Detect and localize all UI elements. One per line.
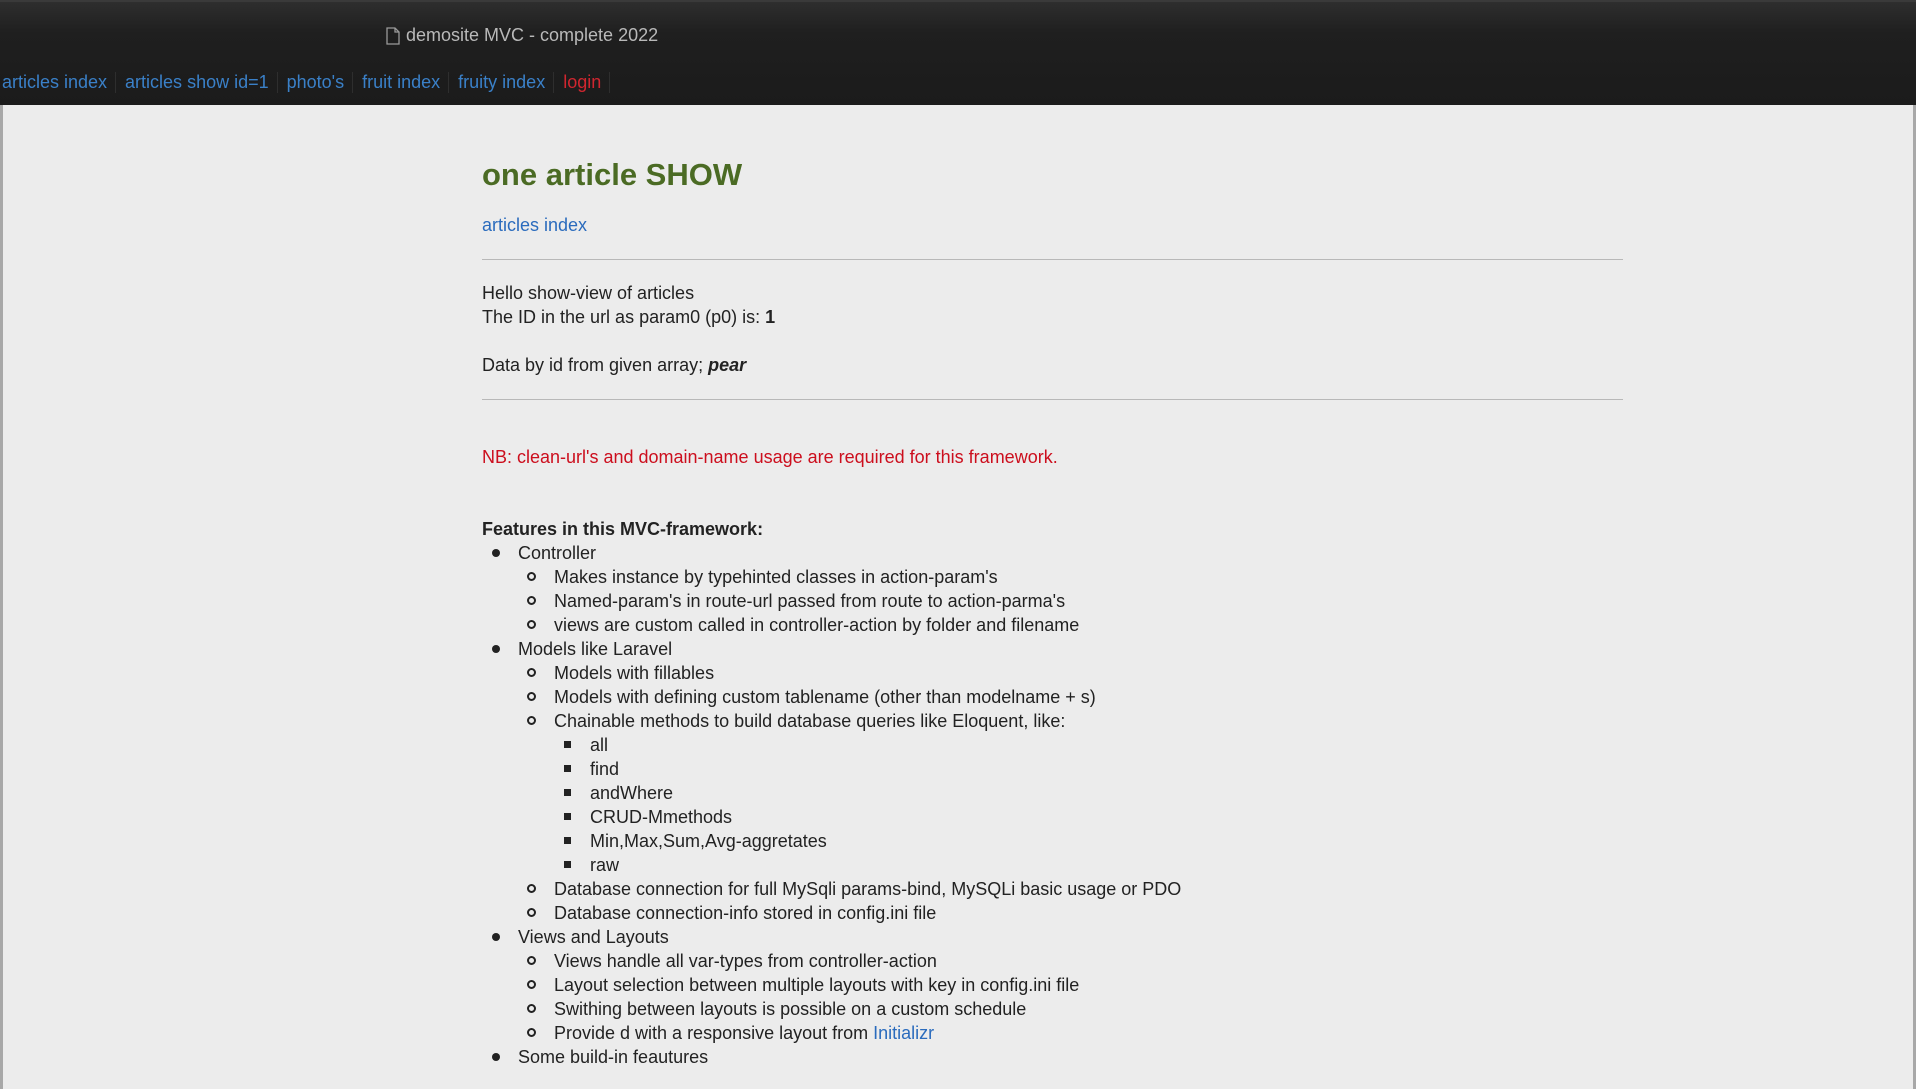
feature-label: Some build-in feautures — [518, 1047, 709, 1067]
feature-label: Models like Laravel — [518, 639, 673, 659]
data-line: Data by id from given array; pear — [482, 353, 1623, 377]
notice-text: NB: clean-url's and domain-name usage ar… — [482, 447, 1058, 467]
method-item: raw — [590, 855, 620, 875]
id-value: 1 — [765, 307, 776, 327]
list-item: Database connection-info stored in confi… — [518, 901, 1623, 925]
list-item: views are custom called in controller-ac… — [518, 613, 1623, 637]
list-item: Named-param's in route-url passed from r… — [518, 589, 1623, 613]
nav-articles-index[interactable]: articles index — [2, 72, 117, 93]
id-label: The ID in the url as param0 (p0) is: — [482, 307, 766, 327]
data-label: Data by id from given array; — [482, 355, 709, 375]
hello-text: Hello show-view of articles — [482, 283, 695, 303]
feature-item: Makes instance by typehinted classes in … — [554, 567, 998, 587]
document-icon — [386, 26, 400, 45]
feature-item: Database connection for full MySqli para… — [554, 879, 1182, 899]
list-item: Models with defining custom tablename (o… — [518, 685, 1623, 709]
list-item: Views handle all var-types from controll… — [518, 949, 1623, 973]
list-item: Chainable methods to build database quer… — [518, 709, 1623, 877]
data-value: pear — [708, 355, 747, 375]
list-item: Some build-in feautures — [482, 1045, 1623, 1069]
method-item: CRUD-Mmethods — [590, 807, 733, 827]
list-item: Min,Max,Sum,Avg-aggretates — [554, 829, 1623, 853]
feature-item: Views handle all var-types from controll… — [554, 951, 937, 971]
feature-item: Models with defining custom tablename (o… — [554, 687, 1096, 707]
feature-item: Named-param's in route-url passed from r… — [554, 591, 1066, 611]
list-item: Controller Makes instance by typehinted … — [482, 541, 1623, 637]
nav-login[interactable]: login — [563, 72, 611, 93]
feature-item: Layout selection between multiple layout… — [554, 975, 1080, 995]
list-item: Provide d with a responsive layout from … — [518, 1021, 1623, 1045]
nav-articles-show[interactable]: articles show id=1 — [125, 72, 278, 93]
nav-fruity-index[interactable]: fruity index — [458, 72, 555, 93]
list-item: CRUD-Mmethods — [554, 805, 1623, 829]
feature-item: views are custom called in controller-ac… — [554, 615, 1080, 635]
main-nav: articles index articles show id=1 photo'… — [2, 72, 619, 93]
list-item: all — [554, 733, 1623, 757]
nav-fruit-index[interactable]: fruit index — [362, 72, 450, 93]
nav-photos[interactable]: photo's — [287, 72, 354, 93]
list-item: Layout selection between multiple layout… — [518, 973, 1623, 997]
feature-item: Chainable methods to build database quer… — [554, 711, 1066, 731]
divider — [482, 259, 1623, 260]
feature-item: Provide d with a responsive layout from — [554, 1023, 874, 1043]
list-item: Swithing between layouts is possible on … — [518, 997, 1623, 1021]
divider — [482, 399, 1623, 400]
feature-item: Database connection-info stored in confi… — [554, 903, 937, 923]
site-title-text: demosite MVC - complete 2022 — [406, 25, 659, 45]
site-header: demosite MVC - complete 2022 articles in… — [0, 0, 1916, 105]
features-list: Controller Makes instance by typehinted … — [482, 541, 1623, 1069]
main-content: one article SHOW articles index Hello sh… — [482, 155, 1623, 1069]
list-item: Makes instance by typehinted classes in … — [518, 565, 1623, 589]
list-item: find — [554, 757, 1623, 781]
initializr-link[interactable]: Initializr — [873, 1023, 934, 1043]
method-item: find — [590, 759, 620, 779]
list-item: andWhere — [554, 781, 1623, 805]
list-item: Database connection for full MySqli para… — [518, 877, 1623, 901]
list-item: raw — [554, 853, 1623, 877]
features-title: Features in this MVC-framework: — [482, 519, 764, 539]
page-title: one article SHOW — [482, 157, 743, 192]
feature-item: Swithing between layouts is possible on … — [554, 999, 1027, 1019]
id-line: The ID in the url as param0 (p0) is: 1 — [482, 305, 1623, 329]
site-title: demosite MVC - complete 2022 — [386, 25, 658, 46]
feature-label: Controller — [518, 543, 597, 563]
feature-item: Models with fillables — [554, 663, 715, 683]
method-item: andWhere — [590, 783, 674, 803]
articles-index-link[interactable]: articles index — [482, 213, 1623, 237]
method-item: all — [590, 735, 609, 755]
list-item: Views and Layouts Views handle all var-t… — [482, 925, 1623, 1045]
list-item: Models with fillables — [518, 661, 1623, 685]
list-item: Models like Laravel Models with fillable… — [482, 637, 1623, 925]
method-item: Min,Max,Sum,Avg-aggretates — [590, 831, 827, 851]
feature-label: Views and Layouts — [518, 927, 669, 947]
